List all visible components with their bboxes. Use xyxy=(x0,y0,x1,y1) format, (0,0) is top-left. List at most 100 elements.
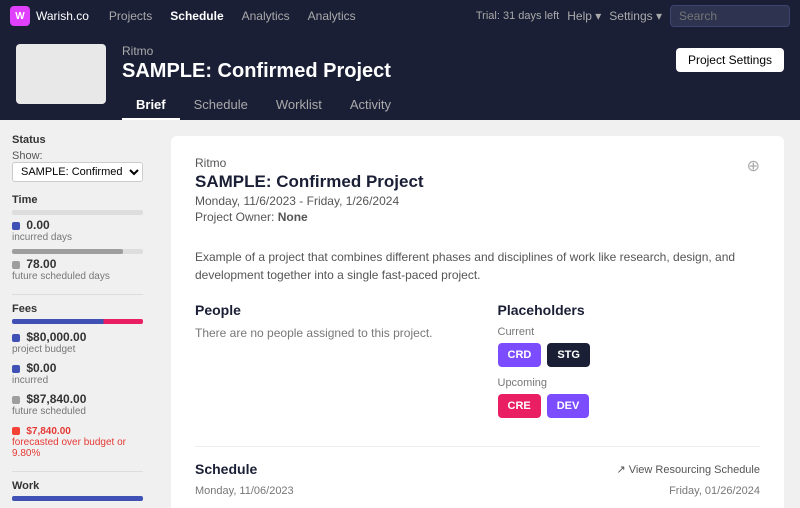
sidebar-time-title: Time xyxy=(12,194,143,206)
sidebar-status-title: Status xyxy=(12,134,143,146)
card-title: SAMPLE: Confirmed Project xyxy=(195,172,424,192)
chip-dev[interactable]: DEV xyxy=(547,394,590,418)
nav-help[interactable]: Help ▾ xyxy=(567,9,601,23)
sidebar-work-section: Work 100% Complete 8 Done xyxy=(12,480,143,508)
nav-trial: Trial: 31 days left xyxy=(476,10,559,22)
sidebar-fees-section: Fees $80,000.00 project budget $0.00 inc… xyxy=(12,303,143,459)
sidebar-show-label: Show: xyxy=(12,150,43,162)
chip-cre[interactable]: CRE xyxy=(498,394,541,418)
sidebar-show: Show: SAMPLE: Confirmed P... xyxy=(12,150,143,182)
sidebar-work-title: Work xyxy=(12,480,143,492)
sidebar-budget-value: $80,000.00 xyxy=(26,330,86,344)
sidebar-over-budget-value: $7,840.00 xyxy=(26,426,71,437)
project-thumbnail xyxy=(16,44,106,104)
sidebar-incurred-fees-label: incurred xyxy=(12,375,143,386)
chip-crd[interactable]: CRD xyxy=(498,343,542,367)
card-owner: Project Owner: None xyxy=(195,210,424,224)
people-title: People xyxy=(195,302,458,318)
sidebar-over-budget: $7,840.00 forecasted over budget or 9.80… xyxy=(12,423,143,459)
card-company: Ritmo xyxy=(195,156,424,170)
card-info: Ritmo SAMPLE: Confirmed Project Monday, … xyxy=(195,156,424,236)
schedule-section: Schedule ↗ View Resourcing Schedule Mond… xyxy=(195,446,760,497)
card-owner-value: None xyxy=(278,210,308,224)
people-empty: There are no people assigned to this pro… xyxy=(195,326,458,340)
sidebar-status-select[interactable]: SAMPLE: Confirmed P... xyxy=(12,162,143,182)
sidebar-fees-title: Fees xyxy=(12,303,143,315)
schedule-header: Schedule ↗ View Resourcing Schedule xyxy=(195,461,760,477)
schedule-dates: Monday, 11/06/2023 Friday, 01/26/2024 xyxy=(195,485,760,497)
sidebar-future-sched-label: future scheduled xyxy=(12,406,143,417)
project-info: Ritmo SAMPLE: Confirmed Project Brief Sc… xyxy=(122,44,660,120)
sidebar-future-sched-value: $87,840.00 xyxy=(26,392,86,406)
card-dates: Monday, 11/6/2023 - Friday, 1/26/2024 xyxy=(195,194,424,208)
sidebar-future-label: future scheduled days xyxy=(12,271,143,282)
nav-link-analytics[interactable]: Analytics xyxy=(300,5,364,27)
chip-stg[interactable]: STG xyxy=(547,343,590,367)
sidebar-incurred: 0.00 incurred days xyxy=(12,210,143,243)
sidebar-divider-2 xyxy=(12,471,143,472)
nav-logo: W Warish.co xyxy=(10,6,89,26)
sidebar-status-section: Status Show: SAMPLE: Confirmed P... xyxy=(12,134,143,182)
project-company: Ritmo xyxy=(122,44,660,58)
future-sched-icon xyxy=(12,396,20,404)
work-bar xyxy=(12,496,143,501)
sidebar-incurred-value: 0.00 xyxy=(26,218,49,232)
tab-schedule[interactable]: Schedule xyxy=(180,91,262,120)
sidebar-incurred-fees: $0.00 incurred xyxy=(12,361,143,386)
fees-bar xyxy=(12,319,143,324)
content-card: Ritmo SAMPLE: Confirmed Project Monday, … xyxy=(171,136,784,508)
project-header: Ritmo SAMPLE: Confirmed Project Brief Sc… xyxy=(0,32,800,120)
incurred-fees-icon xyxy=(12,365,20,373)
nav-settings[interactable]: Settings ▾ xyxy=(609,9,662,23)
sidebar-future-fill xyxy=(12,249,123,254)
future-icon xyxy=(12,261,20,269)
sidebar: Status Show: SAMPLE: Confirmed P... Time… xyxy=(0,120,155,508)
schedule-link[interactable]: ↗ View Resourcing Schedule xyxy=(616,463,760,476)
nav-links: Projects Schedule Analytics Analytics xyxy=(101,5,464,27)
nav-link-warisha[interactable]: Projects xyxy=(101,5,160,27)
project-title: SAMPLE: Confirmed Project xyxy=(122,60,660,83)
tab-brief[interactable]: Brief xyxy=(122,91,180,120)
sidebar-incurred-label: incurred days xyxy=(12,232,143,243)
nav-link-schedule[interactable]: Analytics xyxy=(234,5,298,27)
main-layout: Status Show: SAMPLE: Confirmed P... Time… xyxy=(0,120,800,508)
current-label: Current xyxy=(498,326,761,338)
sidebar-future-bar xyxy=(12,249,143,254)
budget-icon xyxy=(12,334,20,342)
upcoming-chips: CRE DEV xyxy=(498,394,761,418)
sidebar-divider-1 xyxy=(12,294,143,295)
project-settings-button[interactable]: Project Settings xyxy=(676,48,784,72)
nav-logo-text[interactable]: Warish.co xyxy=(36,9,89,23)
upcoming-label: Upcoming xyxy=(498,377,761,389)
card-description: Example of a project that combines diffe… xyxy=(195,248,760,284)
sidebar-future: 78.00 future scheduled days xyxy=(12,249,143,282)
over-budget-icon xyxy=(12,427,20,435)
logo-icon: W xyxy=(10,6,30,26)
search-input[interactable] xyxy=(670,5,790,27)
sidebar-budget-label: project budget xyxy=(12,344,143,355)
tab-worklist[interactable]: Worklist xyxy=(262,91,336,120)
sidebar-future-value: 78.00 xyxy=(26,257,56,271)
placeholders-section: Placeholders Current CRD STG Upcoming CR… xyxy=(498,302,761,428)
card-header: Ritmo SAMPLE: Confirmed Project Monday, … xyxy=(195,156,760,236)
content-area: Ritmo SAMPLE: Confirmed Project Monday, … xyxy=(155,120,800,508)
schedule-end: Friday, 01/26/2024 xyxy=(669,485,760,497)
sidebar-time-section: Time 0.00 incurred days 78.00 future sch… xyxy=(12,194,143,282)
project-tabs: Brief Schedule Worklist Activity xyxy=(122,91,660,120)
sidebar-incurred-fees-value: $0.00 xyxy=(26,361,56,375)
card-owner-label: Project Owner: xyxy=(195,210,274,224)
sidebar-over-budget-label: forecasted over budget or 9.80% xyxy=(12,437,143,459)
sidebar-future-scheduled: $87,840.00 future scheduled xyxy=(12,392,143,417)
people-section: People There are no people assigned to t… xyxy=(195,302,458,428)
current-chips: CRD STG xyxy=(498,343,761,367)
tab-activity[interactable]: Activity xyxy=(336,91,405,120)
schedule-start: Monday, 11/06/2023 xyxy=(195,485,294,497)
top-nav: W Warish.co Projects Schedule Analytics … xyxy=(0,0,800,32)
nav-right: Trial: 31 days left Help ▾ Settings ▾ xyxy=(476,5,790,27)
nav-link-projects[interactable]: Schedule xyxy=(162,5,231,27)
sidebar-budget: $80,000.00 project budget xyxy=(12,330,143,355)
two-col: People There are no people assigned to t… xyxy=(195,302,760,428)
sidebar-incurred-bar xyxy=(12,210,143,215)
copy-icon[interactable]: ⊕ xyxy=(747,156,760,176)
schedule-title: Schedule xyxy=(195,461,257,477)
